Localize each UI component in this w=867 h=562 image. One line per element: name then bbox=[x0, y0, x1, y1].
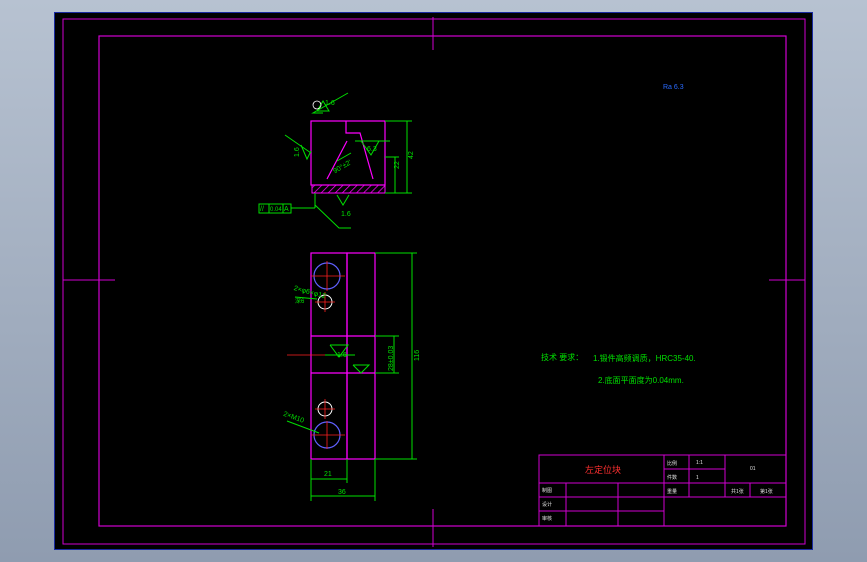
roughness-vee: 6.3 bbox=[367, 146, 377, 153]
tolerance-datum: A bbox=[284, 206, 289, 213]
drawing-number: 01 bbox=[750, 466, 756, 472]
roughness-left: 1.6 bbox=[294, 147, 301, 157]
part-name: 左定位块 bbox=[585, 464, 621, 475]
dim-height-42: 42 bbox=[408, 151, 415, 159]
front-view: 1.6 1.6 1.6 6.3 42 22 90°±2' // 0.04 A bbox=[258, 92, 415, 229]
section-hatch bbox=[311, 184, 386, 194]
dim-center-28: 28±0.03 bbox=[388, 346, 395, 371]
dim-length-116: 116 bbox=[414, 350, 421, 361]
outer-frame bbox=[62, 18, 806, 545]
sheet-label: 共1张 bbox=[731, 488, 744, 495]
cad-drawing-viewport[interactable]: Ra 6.3 1.6 1.6 1.6 6.3 42 22 90°±2' // 0… bbox=[54, 12, 813, 550]
qty-value: 1 bbox=[696, 475, 699, 481]
roughness-plan: 1.6 bbox=[337, 352, 347, 359]
dim-width-36: 36 bbox=[338, 489, 346, 496]
material-label: 重量 bbox=[667, 488, 677, 495]
design-label: 设计 bbox=[542, 501, 552, 508]
dim-depth-22: 22 bbox=[394, 161, 401, 169]
datum-mark bbox=[312, 100, 322, 110]
tech-req-line1: 1.锻件高频调质，HRC35-40. bbox=[593, 353, 696, 363]
ratio-value: 1:1 bbox=[696, 460, 703, 466]
hole-lower-callout: 2×M10 bbox=[282, 411, 305, 425]
tech-req-line2: 2.底面平面度为0.04mm. bbox=[598, 375, 684, 385]
qty-label: 件数 bbox=[667, 474, 677, 481]
technical-requirements: 技术 要求： 1.锻件高频调质，HRC35-40. 2.底面平面度为0.04mm… bbox=[541, 352, 696, 385]
ratio-label: 比例 bbox=[667, 460, 677, 467]
inner-frame bbox=[98, 35, 787, 527]
centering-marks bbox=[63, 17, 805, 547]
plan-view: 116 28±0.03 1.6 21 36 2×φ6×φ12 深6 2×M10 bbox=[282, 252, 421, 501]
sheet-value: 第1张 bbox=[760, 488, 773, 495]
hole-upper-depth: 深6 bbox=[295, 297, 305, 305]
title-block bbox=[538, 454, 787, 527]
drawn-label: 制图 bbox=[542, 487, 552, 494]
check-label: 审核 bbox=[542, 515, 552, 522]
tolerance-symbol: // bbox=[260, 206, 264, 213]
roughness-bottom: 1.6 bbox=[341, 211, 351, 218]
drawing-canvas: Ra 6.3 1.6 1.6 1.6 6.3 42 22 90°±2' // 0… bbox=[62, 17, 806, 547]
dim-angle: 90°±2' bbox=[332, 158, 353, 175]
tolerance-value: 0.04 bbox=[270, 207, 282, 213]
dim-width-21: 21 bbox=[324, 471, 332, 478]
roughness-note: Ra 6.3 bbox=[663, 84, 684, 91]
roughness-top: 1.6 bbox=[325, 100, 335, 107]
tech-req-title: 技术 要求： bbox=[541, 352, 583, 362]
